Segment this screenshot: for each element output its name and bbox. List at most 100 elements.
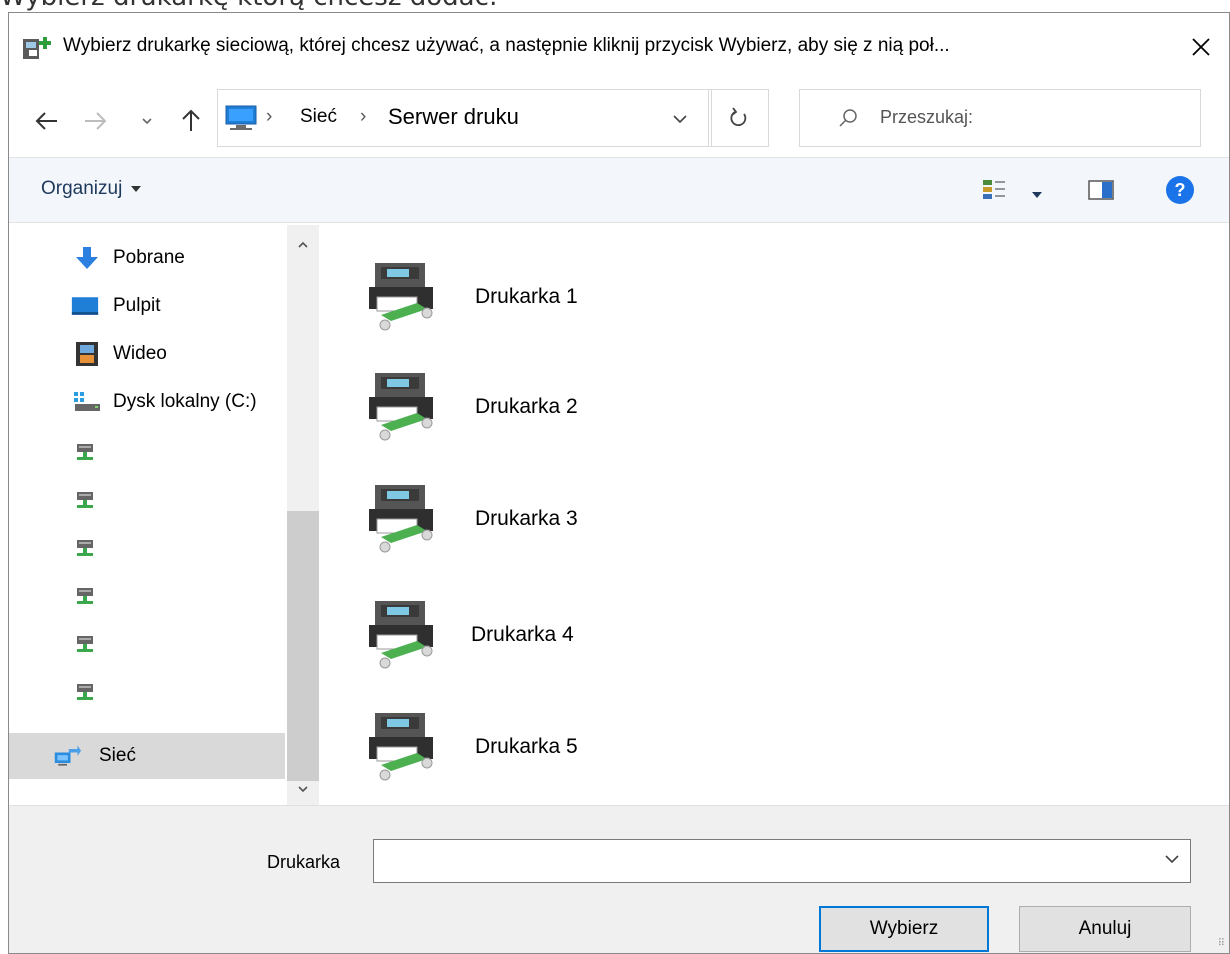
drive-icon — [73, 388, 101, 416]
scroll-down-button[interactable] — [297, 781, 309, 799]
breadcrumb-separator-icon: › — [360, 106, 367, 127]
refresh-button[interactable] — [709, 89, 769, 147]
network-drive-icon — [71, 678, 99, 706]
search-input[interactable]: Przeszukaj: — [880, 107, 973, 128]
sidebar-item-network-drive[interactable] — [9, 669, 285, 715]
network-printer-icon — [361, 475, 445, 559]
sidebar-item-desktop[interactable]: Pulpit — [9, 283, 285, 329]
address-dropdown-button[interactable] — [672, 112, 688, 130]
close-icon — [1192, 38, 1210, 56]
sidebar-item-network-drive[interactable] — [9, 621, 285, 667]
breadcrumb-separator-icon: › — [266, 106, 273, 127]
back-button[interactable] — [31, 107, 63, 135]
view-details-icon — [983, 180, 1005, 199]
printer-list: Drukarka 1 Drukarka 2 Drukarka 3 Drukark… — [327, 225, 1229, 805]
close-button[interactable] — [1181, 27, 1221, 67]
sidebar-item-network-drive[interactable] — [9, 573, 285, 619]
up-button[interactable] — [177, 107, 205, 135]
back-arrow-icon — [35, 112, 57, 130]
sidebar-item-label: Dysk lokalny (C:) — [113, 391, 257, 412]
printer-item-2[interactable]: Drukarka 2 — [361, 363, 661, 453]
cancel-button[interactable]: Anuluj — [1019, 906, 1191, 952]
scroll-thumb[interactable] — [287, 511, 319, 781]
chevron-down-icon — [298, 786, 308, 793]
help-icon: ? — [1166, 176, 1194, 204]
breadcrumb-item-network[interactable]: Sieć — [300, 106, 337, 128]
desktop-icon — [71, 292, 99, 320]
recent-locations-button[interactable] — [137, 107, 157, 135]
printer-name-combobox[interactable] — [373, 839, 1191, 883]
chevron-down-icon — [142, 118, 152, 125]
scroll-up-button[interactable] — [297, 237, 309, 255]
printer-label: Drukarka 4 — [471, 623, 574, 646]
sidebar-item-local-disk[interactable]: Dysk lokalny (C:) — [9, 379, 285, 425]
title-bar: Wybierz drukarkę sieciową, której chcesz… — [9, 13, 1229, 79]
printer-label: Drukarka 2 — [475, 395, 578, 418]
network-printer-icon — [361, 363, 445, 447]
sidebar-item-label: Pobrane — [113, 247, 185, 268]
preview-pane-button[interactable] — [1087, 178, 1115, 207]
view-menu-button[interactable] — [1031, 186, 1043, 204]
sidebar-item-label: Sieć — [99, 745, 136, 766]
refresh-icon — [730, 107, 746, 127]
dialog-footer: Drukarka Wybierz Anuluj ⠿ — [9, 805, 1229, 953]
up-arrow-icon — [182, 109, 200, 131]
printer-field-label: Drukarka — [267, 852, 341, 872]
printer-item-5[interactable]: Drukarka 5 — [361, 703, 661, 793]
sidebar-item-label: Pulpit — [113, 295, 161, 316]
svg-text:?: ? — [1175, 180, 1186, 200]
video-icon — [73, 340, 101, 368]
organize-button[interactable]: Organizuj — [41, 178, 142, 200]
chevron-down-icon — [1165, 855, 1179, 864]
add-printer-icon — [21, 33, 61, 61]
background-instruction-text: Wybierz drukarkę którą chcesz dodać: — [0, 0, 498, 12]
network-printer-icon — [361, 253, 445, 337]
printer-label: Drukarka 5 — [475, 735, 578, 758]
chevron-down-icon — [673, 115, 687, 124]
navigation-pane: Pobrane Pulpit Wideo Dysk lokalny (C:) S… — [9, 225, 319, 805]
dialog-title: Wybierz drukarkę sieciową, której chcesz… — [63, 35, 950, 56]
network-printer-icon — [361, 591, 445, 675]
printer-label: Drukarka 1 — [475, 285, 578, 308]
command-toolbar: Organizuj ? — [9, 157, 1229, 223]
download-icon — [73, 244, 101, 272]
sidebar-item-network-drive[interactable] — [9, 525, 285, 571]
search-box[interactable]: Przeszukaj: — [799, 89, 1201, 147]
printer-select-dialog: Wybierz drukarkę sieciową, której chcesz… — [8, 12, 1230, 954]
select-button[interactable]: Wybierz — [819, 906, 989, 952]
chevron-up-icon — [298, 241, 308, 248]
sidebar-item-videos[interactable]: Wideo — [9, 331, 285, 377]
sidebar-item-network-drive[interactable] — [9, 477, 285, 523]
organize-label: Organizuj — [41, 178, 123, 199]
printer-item-1[interactable]: Drukarka 1 — [361, 253, 661, 343]
sidebar-item-network[interactable]: Sieć — [9, 733, 285, 779]
sidebar-item-network-drive[interactable] — [9, 429, 285, 475]
network-drive-icon — [71, 534, 99, 562]
address-bar[interactable]: › Sieć › Serwer druku — [217, 89, 712, 147]
network-icon — [53, 742, 81, 770]
sidebar-item-downloads[interactable]: Pobrane — [9, 235, 285, 281]
network-printer-icon — [361, 703, 445, 787]
computer-icon — [224, 104, 258, 137]
help-button[interactable]: ? — [1165, 175, 1195, 210]
search-icon — [838, 108, 858, 133]
sidebar-scrollbar[interactable] — [287, 225, 319, 805]
view-options-button[interactable] — [981, 178, 1007, 207]
preview-pane-icon — [1088, 180, 1114, 200]
forward-button[interactable] — [79, 107, 111, 135]
breadcrumb-item-print-server[interactable]: Serwer druku — [388, 104, 519, 130]
caret-down-icon — [131, 186, 142, 192]
network-drive-icon — [71, 630, 99, 658]
resize-grip[interactable]: ⠿ — [1218, 938, 1225, 949]
network-drive-icon — [71, 486, 99, 514]
network-drive-icon — [71, 582, 99, 610]
network-drive-icon — [71, 438, 99, 466]
printer-item-4[interactable]: Drukarka 4 — [361, 591, 661, 681]
forward-arrow-icon — [85, 112, 107, 130]
caret-down-icon — [1032, 192, 1042, 198]
printer-dropdown-button[interactable] — [1164, 852, 1180, 870]
printer-label: Drukarka 3 — [475, 507, 578, 530]
sidebar-item-label: Wideo — [113, 343, 167, 364]
printer-item-3[interactable]: Drukarka 3 — [361, 475, 661, 565]
navigation-bar: › Sieć › Serwer druku Przeszukaj: — [9, 79, 1229, 155]
